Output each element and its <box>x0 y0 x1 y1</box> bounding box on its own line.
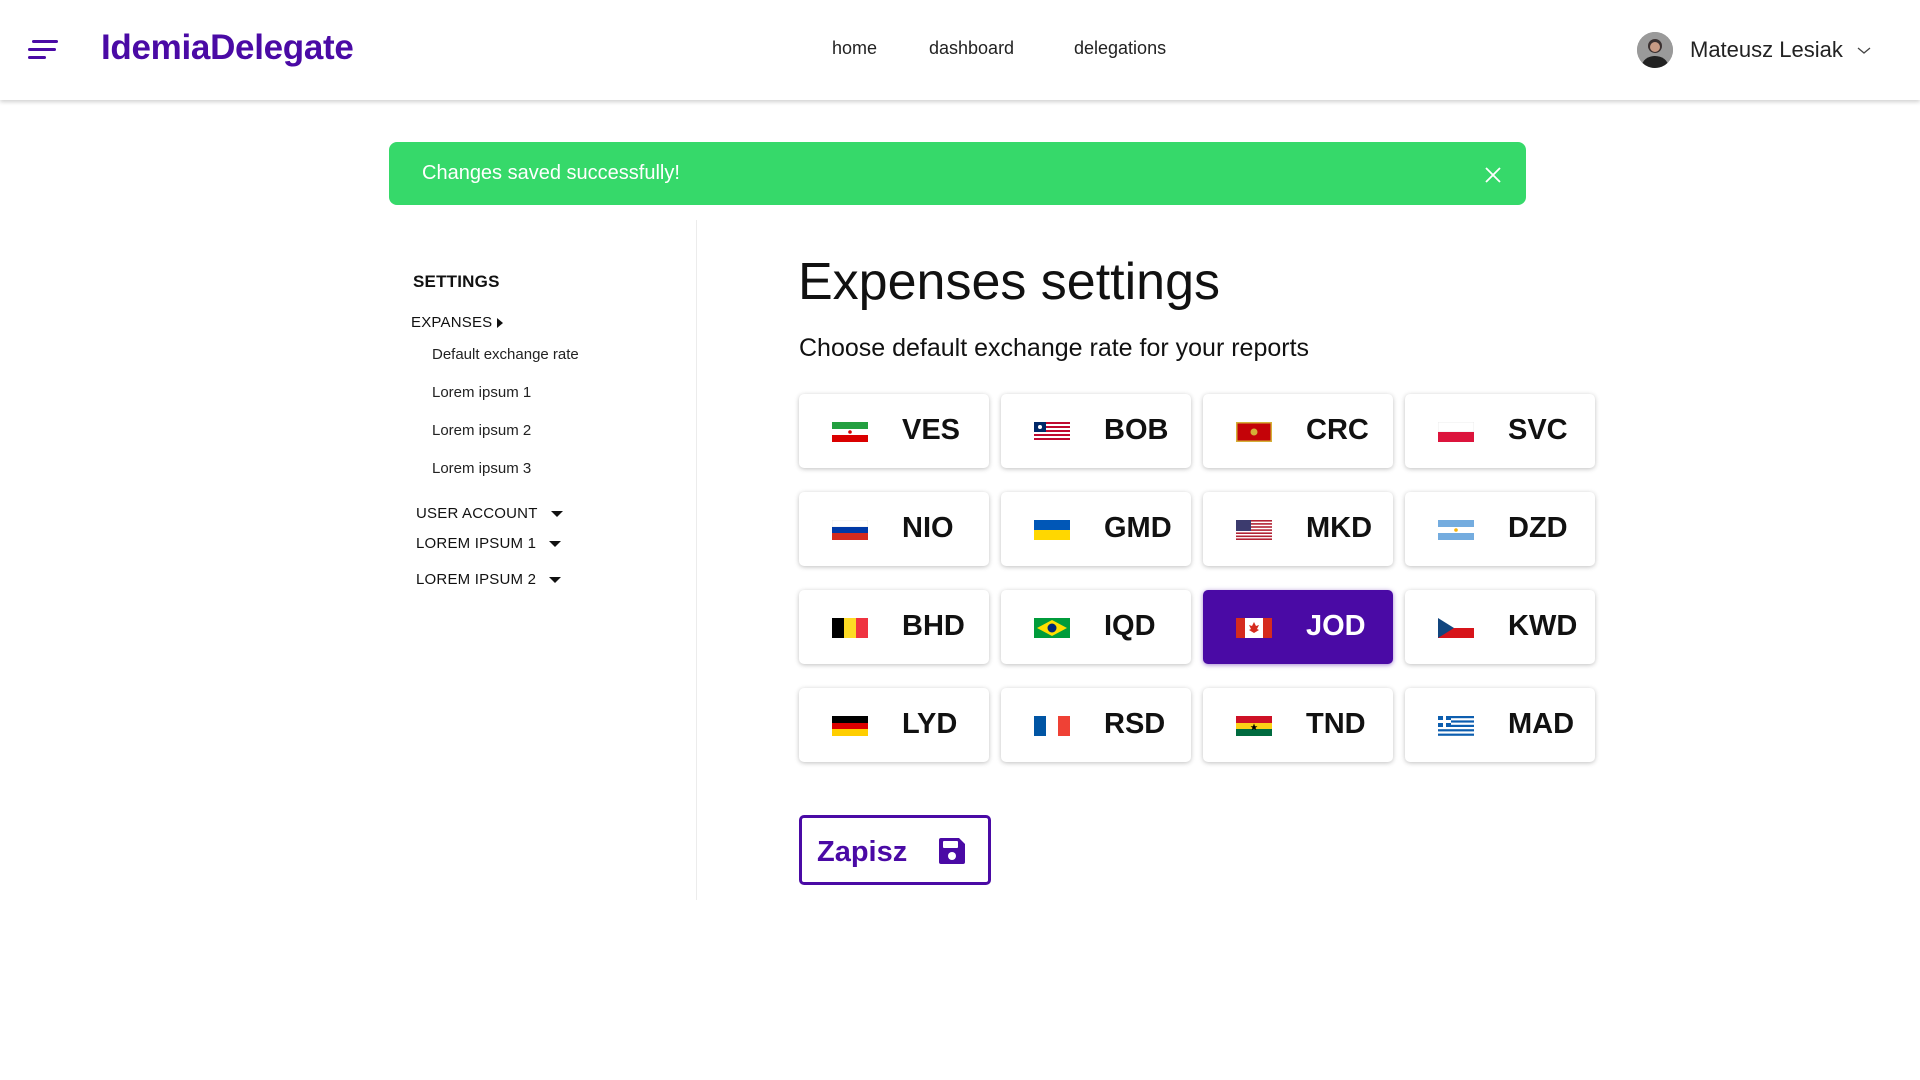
alert-message: Changes saved successfully! <box>422 162 680 184</box>
ukraine-flag-icon <box>1034 520 1070 540</box>
hamburger-menu-icon[interactable] <box>28 40 58 60</box>
currency-code: JOD <box>1306 610 1366 642</box>
save-button-label: Zapisz <box>817 836 908 868</box>
currency-code: CRC <box>1306 414 1369 446</box>
currency-tile-nio[interactable]: NIO <box>799 492 989 566</box>
currency-code: GMD <box>1104 512 1172 544</box>
usa-flag-icon <box>1236 520 1272 540</box>
sidebar-section-label: USER ACCOUNT <box>416 505 538 522</box>
floppy-disk-icon <box>939 838 965 864</box>
montenegro-flag-icon <box>1236 422 1272 442</box>
sidebar-item-lorem-ipsum-3[interactable]: Lorem ipsum 3 <box>432 460 531 477</box>
avatar <box>1637 32 1673 68</box>
sidebar-title: SETTINGS <box>413 272 500 291</box>
currency-tile-ves[interactable]: VES <box>799 394 989 468</box>
sidebar-section-label: LOREM IPSUM 1 <box>416 535 537 552</box>
sidebar-item-lorem-ipsum-2[interactable]: Lorem ipsum 2 <box>432 422 531 439</box>
currency-tile-bob[interactable]: BOB <box>1001 394 1191 468</box>
sidebar-section-lorem-ipsum-2[interactable]: LOREM IPSUM 2 <box>416 571 562 588</box>
currency-tile-jod[interactable]: JOD <box>1203 590 1393 664</box>
currency-code: RSD <box>1104 708 1166 740</box>
top-header: IdemiaDelegate home dashboard delegation… <box>0 0 1920 100</box>
currency-code: VES <box>902 414 961 446</box>
currency-tile-lyd[interactable]: LYD <box>799 688 989 762</box>
currency-code: IQD <box>1104 610 1156 642</box>
sidebar-section-user-account[interactable]: USER ACCOUNT <box>416 505 563 522</box>
currency-tile-iqd[interactable]: IQD <box>1001 590 1191 664</box>
russia-flag-icon <box>832 520 868 540</box>
currency-tile-mad[interactable]: MAD <box>1405 688 1595 762</box>
sidebar-section-lorem-ipsum-1[interactable]: LOREM IPSUM 1 <box>416 535 562 552</box>
currency-tile-svc[interactable]: SVC <box>1405 394 1595 468</box>
currency-code: TND <box>1306 708 1366 740</box>
caret-down-icon <box>549 540 562 547</box>
currency-tile-mkd[interactable]: MKD <box>1203 492 1393 566</box>
save-button[interactable]: Zapisz <box>799 815 991 885</box>
sidebar-section-label: EXPANSES <box>411 314 493 331</box>
czech-flag-icon <box>1438 618 1474 638</box>
success-alert: Changes saved successfully! <box>389 142 1526 205</box>
nav-dashboard[interactable]: dashboard <box>929 38 1014 59</box>
currency-tile-bhd[interactable]: BHD <box>799 590 989 664</box>
ghana-flag-icon <box>1236 716 1272 736</box>
liberia-flag-icon <box>1034 422 1070 442</box>
brazil-flag-icon <box>1034 618 1070 638</box>
currency-code: SVC <box>1508 414 1568 446</box>
currency-code: BOB <box>1104 414 1169 446</box>
germany-flag-icon <box>832 716 868 736</box>
currency-tile-gmd[interactable]: GMD <box>1001 492 1191 566</box>
currency-code: NIO <box>902 512 954 544</box>
page-subtitle: Choose default exchange rate for your re… <box>799 334 1310 362</box>
chevron-down-icon[interactable] <box>1857 45 1871 55</box>
sidebar-divider <box>696 220 697 900</box>
caret-down-icon <box>550 510 563 517</box>
nav-delegations[interactable]: delegations <box>1074 38 1166 59</box>
currency-tile-rsd[interactable]: RSD <box>1001 688 1191 762</box>
caret-down-icon <box>549 576 562 583</box>
page-title: Expenses settings <box>798 253 1221 311</box>
currency-code: MKD <box>1306 512 1373 544</box>
sidebar-section-label: LOREM IPSUM 2 <box>416 571 537 588</box>
sidebar-section-expanses[interactable]: EXPANSES <box>411 314 504 331</box>
brand-logo[interactable]: IdemiaDelegate <box>101 28 354 68</box>
canada-flag-icon <box>1236 618 1272 638</box>
poland-flag-icon <box>1438 422 1474 442</box>
currency-code: KWD <box>1508 610 1578 642</box>
currency-tile-kwd[interactable]: KWD <box>1405 590 1595 664</box>
currency-code: LYD <box>902 708 958 740</box>
currency-tile-crc[interactable]: CRC <box>1203 394 1393 468</box>
close-icon[interactable] <box>1484 166 1502 184</box>
currency-code: DZD <box>1508 512 1568 544</box>
nav-home[interactable]: home <box>832 38 877 59</box>
user-name: Mateusz Lesiak <box>1690 37 1843 62</box>
iran-flag-icon <box>832 422 868 442</box>
user-menu[interactable]: Mateusz Lesiak <box>1637 32 1871 68</box>
currency-tile-tnd[interactable]: TND <box>1203 688 1393 762</box>
currency-code: MAD <box>1508 708 1575 740</box>
argentina-flag-icon <box>1438 520 1474 540</box>
sidebar-item-lorem-ipsum-1[interactable]: Lorem ipsum 1 <box>432 384 531 401</box>
belgium-flag-icon <box>832 618 868 638</box>
greece-flag-icon <box>1438 716 1474 736</box>
caret-right-icon <box>497 317 504 328</box>
currency-tile-dzd[interactable]: DZD <box>1405 492 1595 566</box>
sidebar-item-default-exchange-rate[interactable]: Default exchange rate <box>432 346 579 363</box>
france-flag-icon <box>1034 716 1070 736</box>
currency-code: BHD <box>902 610 965 642</box>
